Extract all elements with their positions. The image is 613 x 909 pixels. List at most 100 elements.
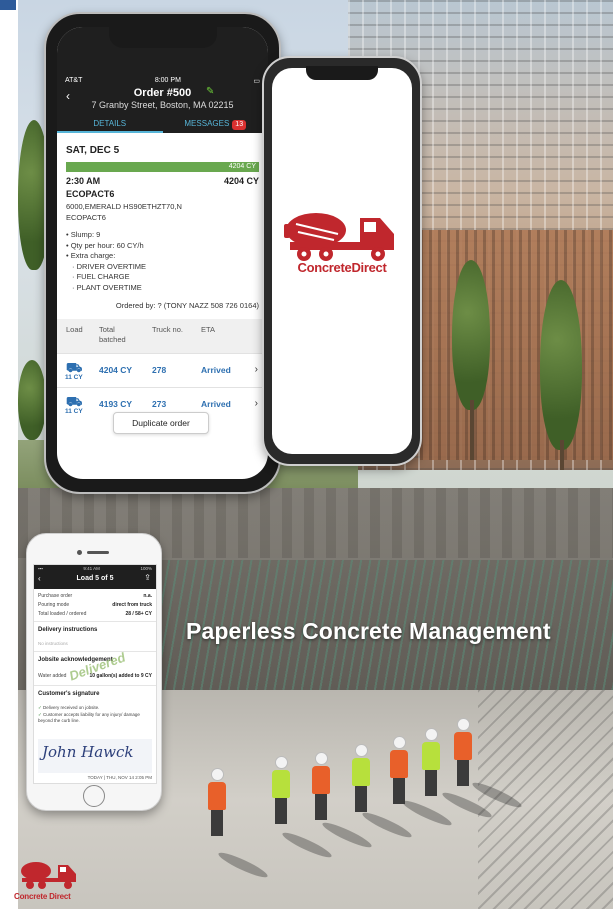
worker bbox=[454, 718, 472, 786]
truck-number: 278 bbox=[152, 365, 167, 375]
check-item: ✓ Customer accepts liability for any inj… bbox=[38, 712, 150, 723]
tab-label: DETAILS bbox=[93, 119, 127, 128]
tab-messages[interactable]: MESSAGES 13 bbox=[163, 117, 269, 133]
battery-level: 100% bbox=[140, 566, 152, 571]
order-address: 7 Granby Street, Boston, MA 02215 bbox=[91, 100, 234, 110]
status-time: 9:41 AM bbox=[83, 566, 100, 571]
worker bbox=[422, 728, 440, 796]
check-icon: ✓ bbox=[38, 712, 42, 717]
messages-badge: 13 bbox=[232, 120, 247, 130]
row-label: Water added bbox=[38, 673, 67, 679]
mix-name: ECOPACT6 bbox=[66, 189, 115, 199]
detail-item: • Extra charge: bbox=[66, 251, 116, 260]
worker bbox=[390, 736, 408, 804]
tree-trunk bbox=[560, 440, 564, 470]
signal-icon: ▪▪▪ bbox=[38, 566, 43, 571]
divider bbox=[34, 651, 156, 652]
tree bbox=[18, 360, 46, 440]
truck-number: 273 bbox=[152, 399, 167, 409]
order-quantity: 4204 CY bbox=[223, 176, 259, 186]
chevron-right-icon: › bbox=[254, 364, 258, 375]
row-label: Total loaded / ordered bbox=[38, 611, 87, 617]
marketing-collage: Paperless Concrete Management AT&T 8:00 … bbox=[0, 0, 613, 909]
tab-label: MESSAGES bbox=[184, 119, 230, 128]
delivery-instructions-title: Delivery instructions bbox=[38, 627, 98, 633]
camera-dot bbox=[77, 550, 82, 555]
check-icon: ✓ bbox=[38, 705, 42, 710]
mix-description: 6000,EMERALD HS90ETHZT70,N bbox=[66, 202, 182, 211]
ticket-title: Load 5 of 5 bbox=[76, 575, 114, 582]
mix-description-2: ECOPACT6 bbox=[66, 213, 106, 222]
tree bbox=[540, 280, 582, 450]
detail-item: · DRIVER OVERTIME bbox=[72, 261, 147, 271]
eta-status: Arrived bbox=[201, 399, 231, 409]
worker bbox=[352, 744, 370, 812]
order-time: 2:30 AM bbox=[66, 176, 101, 186]
mixer-truck-logo-icon bbox=[21, 862, 76, 889]
corner-tab bbox=[0, 0, 16, 10]
table-row[interactable]: ⛟ 11 CY 4204 CY 278 Arrived › bbox=[57, 353, 268, 388]
chevron-right-icon: › bbox=[254, 398, 258, 409]
battery-icon: ▭ bbox=[253, 78, 260, 85]
signed-date: TODAY | THU, NOV 14 2:05 PM bbox=[87, 775, 152, 780]
col-load: Load bbox=[66, 325, 83, 334]
detail-item: • Qty per hour: 60 CY/h bbox=[66, 240, 144, 250]
worker bbox=[272, 756, 290, 824]
delivery-progress-bar: 4204 CY bbox=[66, 162, 259, 172]
order-tabs: DETAILS MESSAGES 13 bbox=[57, 117, 268, 133]
logo-phone: ConcreteDirect bbox=[262, 56, 422, 466]
detail-item: · FUEL CHARGE bbox=[72, 272, 130, 281]
status-bar: ▪▪▪ 9:41 AM 100% bbox=[38, 566, 152, 571]
tab-details[interactable]: DETAILS bbox=[57, 117, 163, 133]
tagline: Paperless Concrete Management bbox=[186, 618, 551, 644]
worker bbox=[312, 752, 330, 820]
ticket-row: Pouring mode direct from truck bbox=[38, 602, 152, 608]
detail-item: • Slump: 9 bbox=[66, 230, 101, 239]
row-label: Purchase order bbox=[38, 593, 73, 599]
total-batched: 4204 CY bbox=[99, 365, 133, 375]
delivery-instructions-value: No instructions bbox=[38, 641, 68, 646]
ticket-row: Purchase order n.a. bbox=[38, 593, 152, 599]
divider bbox=[34, 685, 156, 686]
order-screen: AT&T 8:00 PM ▭ ‹ Order #500 ✎ 7 Granby S… bbox=[57, 27, 268, 479]
duplicate-order-button[interactable]: Duplicate order bbox=[113, 412, 209, 434]
signature-title: Customer's signature bbox=[38, 691, 100, 697]
ticket-header: ▪▪▪ 9:41 AM 100% ‹ Load 5 of 5 ⇪ bbox=[34, 565, 156, 589]
brick-building bbox=[420, 230, 613, 460]
logo-screen: ConcreteDirect bbox=[272, 68, 412, 454]
left-margin bbox=[0, 0, 18, 909]
phone-notch bbox=[306, 66, 378, 80]
speaker bbox=[87, 551, 109, 554]
brand-name: ConcreteDirect bbox=[297, 260, 387, 275]
check-text: Customer accepts liability for any injur… bbox=[38, 712, 140, 723]
edit-icon[interactable]: ✎ bbox=[206, 86, 214, 97]
check-item: ✓ Delivery received on jobsite. bbox=[38, 705, 99, 711]
order-title: Order #500 bbox=[133, 87, 192, 99]
tree-trunk bbox=[470, 400, 474, 460]
detail-item: · PLANT OVERTIME bbox=[72, 282, 142, 292]
col-truck: Truck no. bbox=[152, 325, 183, 334]
carrier-label: AT&T bbox=[65, 77, 83, 84]
check-text: Delivery received on jobsite. bbox=[43, 705, 100, 710]
ticket-row: Total loaded / ordered 28 / 58+ CY bbox=[38, 611, 152, 617]
ticket-screen: ▪▪▪ 9:41 AM 100% ‹ Load 5 of 5 ⇪ Purchas… bbox=[33, 564, 157, 784]
customer-signature: John Hawck bbox=[42, 743, 134, 761]
status-bar: AT&T 8:00 PM ▭ bbox=[65, 77, 260, 85]
row-value: direct from truck bbox=[112, 602, 152, 608]
row-value: n.a. bbox=[143, 593, 152, 599]
order-phone: AT&T 8:00 PM ▭ ‹ Order #500 ✎ 7 Granby S… bbox=[44, 12, 281, 494]
loads-table-header: Load Total batched Truck no. ETA bbox=[57, 319, 268, 353]
worker bbox=[208, 768, 226, 836]
order-details-list: • Slump: 9 • Qty per hour: 60 CY/h • Ext… bbox=[66, 230, 146, 293]
order-date: SAT, DEC 5 bbox=[66, 145, 120, 156]
load-cy: 11 CY bbox=[65, 408, 83, 415]
ticket-phone: ▪▪▪ 9:41 AM 100% ‹ Load 5 of 5 ⇪ Purchas… bbox=[26, 533, 162, 811]
mixer-truck-logo-icon bbox=[284, 213, 394, 261]
share-icon[interactable]: ⇪ bbox=[144, 573, 151, 582]
tree bbox=[452, 260, 490, 410]
load-cy: 11 CY bbox=[65, 374, 83, 381]
row-value: 28 / 58+ CY bbox=[125, 611, 152, 617]
divider bbox=[34, 621, 156, 622]
home-button[interactable] bbox=[83, 785, 105, 807]
col-total: Total batched bbox=[99, 325, 126, 344]
